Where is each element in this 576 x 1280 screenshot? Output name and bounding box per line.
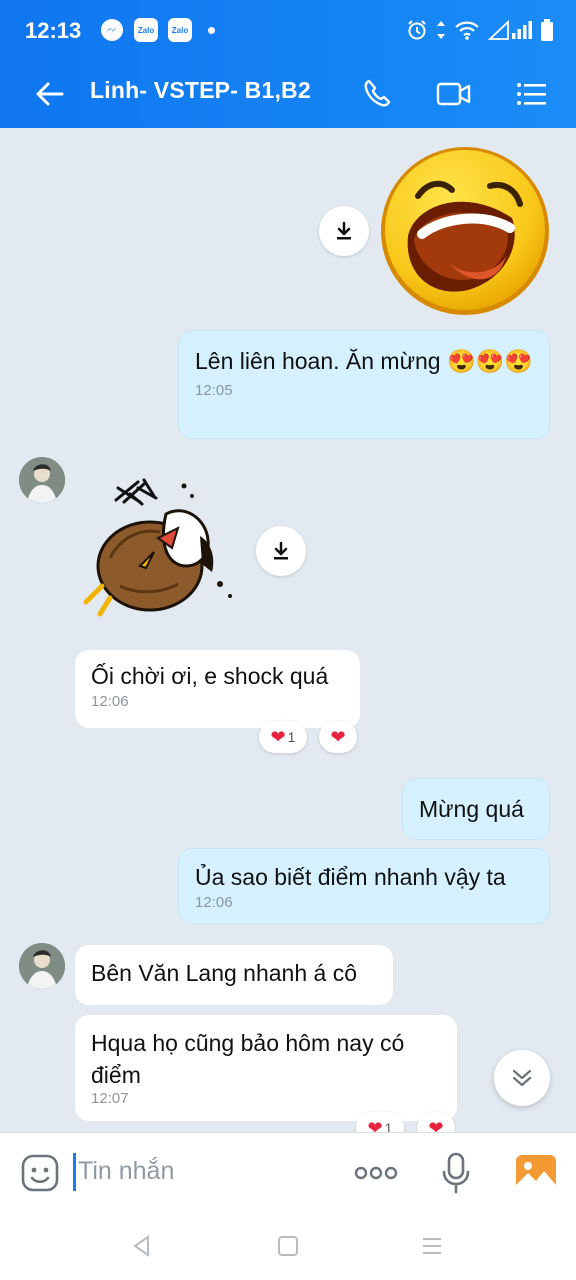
status-time: 12:13 bbox=[25, 18, 82, 43]
wifi-icon bbox=[455, 21, 479, 40]
alarm-icon bbox=[408, 20, 426, 40]
heart-icon: ❤ bbox=[330, 726, 346, 747]
download-button[interactable] bbox=[319, 206, 369, 256]
microphone-icon[interactable] bbox=[440, 1151, 472, 1195]
data-transfer-icon bbox=[437, 21, 445, 39]
contact-avatar[interactable] bbox=[19, 457, 65, 503]
message-time: 12:06 bbox=[195, 894, 233, 911]
download-icon bbox=[274, 541, 288, 560]
more-options-icon[interactable] bbox=[354, 1163, 398, 1183]
add-reaction-button[interactable]: ❤ bbox=[417, 1112, 455, 1132]
laughing-emoji-sticker[interactable] bbox=[378, 144, 552, 318]
zalo-icon: Zalo bbox=[168, 18, 192, 42]
message-text: Lên liên hoan. Ăn mừng 😍😍😍 bbox=[195, 348, 533, 374]
download-icon bbox=[337, 221, 351, 240]
outgoing-message[interactable]: Mừng quá bbox=[402, 778, 550, 840]
message-time: 12:06 bbox=[91, 693, 129, 710]
heart-icon: ❤ bbox=[428, 1117, 444, 1133]
status-bar: 12:13 Zalo Zalo bbox=[0, 0, 576, 60]
text-cursor bbox=[73, 1153, 76, 1191]
message-input[interactable]: Tin nhắn bbox=[78, 1157, 174, 1186]
status-notification-icons: Zalo Zalo bbox=[100, 18, 215, 42]
outgoing-message[interactable]: Lên liên hoan. Ăn mừng 😍😍😍 12:05 bbox=[178, 330, 550, 439]
message-composer: Tin nhắn bbox=[0, 1132, 576, 1212]
download-button[interactable] bbox=[256, 526, 306, 576]
video-call-icon[interactable] bbox=[434, 74, 474, 114]
reaction-count: 1 bbox=[384, 1120, 393, 1132]
signal-icon bbox=[488, 19, 532, 40]
conversation-title[interactable]: Linh- VSTEP- B1,B2 bbox=[90, 77, 311, 104]
more-notifications-dot bbox=[208, 26, 215, 34]
chat-header: Linh- VSTEP- B1,B2 bbox=[0, 60, 576, 128]
nav-recents-icon[interactable] bbox=[420, 1234, 444, 1258]
double-chevron-down-icon bbox=[512, 1069, 532, 1087]
system-navigation-bar bbox=[0, 1212, 576, 1280]
heart-icon: ❤ bbox=[367, 1117, 383, 1133]
incoming-message[interactable]: Ối chời ơi, e shock quá 12:06 bbox=[75, 650, 360, 728]
system-status-icons bbox=[406, 18, 554, 42]
message-text: Bên Văn Lang nhanh á cô bbox=[91, 960, 358, 986]
message-time: 12:05 bbox=[195, 382, 233, 399]
menu-list-icon[interactable] bbox=[511, 74, 551, 114]
contact-avatar[interactable] bbox=[19, 943, 65, 989]
message-text: Ối chời ơi, e shock quá bbox=[91, 663, 329, 689]
phone-call-icon[interactable] bbox=[357, 74, 397, 114]
sticker-emoji-icon[interactable] bbox=[20, 1153, 60, 1193]
heart-icon: ❤ bbox=[270, 726, 286, 747]
message-text: Hqua họ cũng bảo hôm nay có điểm bbox=[91, 1030, 405, 1088]
battery-icon bbox=[541, 19, 553, 41]
avatar-photo bbox=[19, 943, 65, 989]
reaction-summary[interactable]: ❤ 1 bbox=[259, 721, 307, 753]
message-time: 12:07 bbox=[91, 1090, 129, 1107]
avatar-photo bbox=[19, 457, 65, 503]
image-gallery-icon[interactable] bbox=[514, 1151, 558, 1195]
message-text: Mừng quá bbox=[419, 796, 524, 822]
scroll-to-bottom-button[interactable] bbox=[494, 1050, 550, 1106]
message-text: Ủa sao biết điểm nhanh vậy ta bbox=[195, 864, 506, 890]
reaction-count: 1 bbox=[287, 729, 296, 745]
back-arrow-icon[interactable] bbox=[30, 74, 70, 114]
message-list[interactable]: Lên liên hoan. Ăn mừng 😍😍😍 12:05 Ối chời… bbox=[0, 128, 576, 1132]
nav-home-icon[interactable] bbox=[276, 1234, 300, 1258]
incoming-message[interactable]: Bên Văn Lang nhanh á cô bbox=[75, 945, 393, 1005]
add-reaction-button[interactable]: ❤ bbox=[319, 721, 357, 753]
reaction-summary[interactable]: ❤ 1 bbox=[356, 1112, 404, 1132]
outgoing-message[interactable]: Ủa sao biết điểm nhanh vậy ta 12:06 bbox=[178, 848, 550, 924]
messenger-icon bbox=[101, 19, 123, 41]
shocked-bird-sticker[interactable] bbox=[80, 466, 252, 636]
zalo-icon: Zalo bbox=[134, 18, 158, 42]
nav-back-icon[interactable] bbox=[130, 1234, 154, 1258]
incoming-message[interactable]: Hqua họ cũng bảo hôm nay có điểm 12:07 bbox=[75, 1015, 457, 1121]
